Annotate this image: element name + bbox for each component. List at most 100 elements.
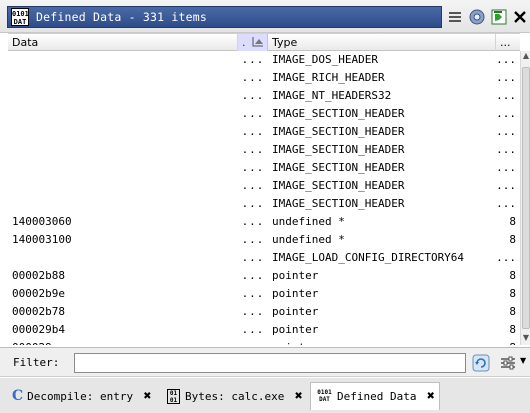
type-cell: undefined *	[272, 233, 345, 246]
data-cell: 000029b4	[12, 323, 65, 336]
type-cell: IMAGE_SECTION_HEADER	[272, 197, 405, 210]
type-cell: pointer	[272, 287, 319, 300]
size-cell: 8	[509, 215, 516, 228]
title-bar-active[interactable]: 0101 DAT Defined Data - 331 items	[7, 6, 442, 28]
type-cell: pointer	[272, 323, 319, 336]
tab-bar: C Decompile: entry ✖ 01 01 Bytes: calc.e…	[0, 378, 530, 413]
scroll-down-icon[interactable]: ▼	[521, 333, 530, 345]
table-row[interactable]: 00002b9e... pointer 8	[8, 285, 520, 303]
type-cell: IMAGE_SECTION_HEADER	[272, 179, 405, 192]
table-row[interactable]: 140003060... undefined * 8	[8, 213, 520, 231]
type-cell: IMAGE_NT_HEADERS32	[272, 89, 392, 102]
type-cell: IMAGE_LOAD_CONFIG_DIRECTORY64	[272, 251, 465, 264]
filter-options-icon[interactable]	[500, 355, 516, 371]
sort-indicator-icon	[252, 35, 264, 52]
data-cell: 000029...	[12, 339, 237, 345]
dat-icon: 0101 DAT	[317, 389, 332, 403]
size-cell: ...	[496, 251, 516, 264]
type-cell: pointer	[272, 269, 319, 282]
type-cell: undefined *	[272, 215, 345, 228]
dots-cell: ...	[241, 53, 265, 66]
data-cell: 00002b88	[12, 269, 65, 282]
dots-cell: ...	[241, 305, 265, 318]
decompile-icon: C	[12, 388, 24, 404]
table-row[interactable]: ... IMAGE_LOAD_CONFIG_DIRECTORY64...	[8, 249, 520, 267]
close-tab-icon[interactable]: ✖	[426, 391, 434, 402]
size-cell: ...	[496, 71, 516, 84]
table-row[interactable]: ... IMAGE_NT_HEADERS32...	[8, 87, 520, 105]
type-cell: IMAGE_SECTION_HEADER	[272, 107, 405, 120]
window-title: Defined Data - 331 items	[36, 10, 207, 24]
filter-input[interactable]	[74, 353, 466, 373]
table-row[interactable]: ... IMAGE_SECTION_HEADER...	[8, 159, 520, 177]
table-row[interactable]: 00002b88... pointer 8	[8, 267, 520, 285]
type-cell: IMAGE_RICH_HEADER	[272, 71, 385, 84]
vertical-scrollbar[interactable]: ▲ ▼	[520, 51, 530, 345]
column-header-data[interactable]: Data	[8, 34, 238, 51]
dots-cell: ...	[241, 251, 265, 264]
table-row[interactable]: ... IMAGE_SECTION_HEADER...	[8, 141, 520, 159]
table-row[interactable]: 000029b4... pointer 8	[8, 321, 520, 339]
table-row[interactable]: ... IMAGE_SECTION_HEADER...	[8, 195, 520, 213]
size-cell: ...	[496, 125, 516, 138]
table-row[interactable]: ... IMAGE_DOS_HEADER...	[8, 51, 520, 69]
column-header-sort[interactable]: .	[238, 34, 268, 51]
close-tab-icon[interactable]: ✖	[143, 391, 151, 402]
table-row[interactable]: 140003100... undefined * 8	[8, 231, 520, 249]
table-row[interactable]: 00002b78... pointer 8	[8, 303, 520, 321]
size-cell: 8	[509, 323, 516, 336]
size-cell: 8	[509, 287, 516, 300]
tab-label: Bytes: calc.exe	[185, 389, 285, 403]
column-header-type[interactable]: Type	[268, 34, 496, 51]
type-cell: IMAGE_SECTION_HEADER	[272, 161, 405, 174]
type-cell: IMAGE_SECTION_HEADER	[272, 143, 405, 156]
size-cell: ...	[496, 179, 516, 192]
window-title-bar: 0101 DAT Defined Data - 331 items	[0, 0, 530, 33]
sort-dot: .	[242, 36, 246, 49]
table-row[interactable]: ... IMAGE_SECTION_HEADER...	[8, 177, 520, 195]
tab-bytes-calc[interactable]: 01 01 Bytes: calc.exe ✖	[161, 382, 309, 410]
type-cell: IMAGE_DOS_HEADER	[272, 53, 378, 66]
filter-label: Filter:	[13, 356, 60, 369]
dots-cell: ...	[241, 287, 265, 300]
scrollbar-thumb[interactable]	[522, 67, 530, 329]
data-cell: 00002b9e	[12, 287, 65, 300]
size-cell: ...	[496, 143, 516, 156]
table-row[interactable]: ... IMAGE_RICH_HEADER...	[8, 69, 520, 87]
tab-label: Decompile: entry	[27, 389, 134, 403]
dots-cell: ...	[241, 215, 265, 228]
close-tab-icon[interactable]: ✖	[294, 391, 302, 402]
dots-cell: ...	[241, 233, 265, 246]
hamburger-icon[interactable]	[446, 8, 464, 26]
tab-label: Defined Data	[337, 390, 417, 403]
pin-icon[interactable]	[490, 8, 508, 26]
table-row[interactable]: 000029...... pointer8	[8, 339, 520, 345]
filter-dropdown-icon[interactable]: ▼	[520, 356, 526, 365]
data-cell: 140003060	[12, 215, 72, 228]
dat-icon: 0101 DAT	[11, 8, 29, 26]
size-cell: ...	[496, 197, 516, 210]
refresh-icon[interactable]	[472, 354, 490, 372]
type-cell: IMAGE_SECTION_HEADER	[272, 125, 405, 138]
filter-bar: Filter: ▼	[0, 347, 530, 377]
dots-cell: ...	[241, 89, 265, 102]
table-row[interactable]: ... IMAGE_SECTION_HEADER...	[8, 105, 520, 123]
size-cell: ...	[496, 89, 516, 102]
dots-cell: ...	[241, 197, 265, 210]
table-header: Data . Type ...	[8, 33, 520, 51]
column-header-more[interactable]: ...	[496, 34, 520, 51]
dots-cell: ...	[241, 323, 265, 336]
gear-icon[interactable]	[468, 8, 486, 26]
table-row[interactable]: ... IMAGE_SECTION_HEADER...	[8, 123, 520, 141]
dots-cell: ...	[241, 143, 265, 156]
data-cell: 00002b78	[12, 305, 65, 318]
size-cell: ...	[496, 53, 516, 66]
size-cell: 8	[509, 269, 516, 282]
close-icon[interactable]	[511, 8, 529, 26]
data-cell: 140003100	[12, 233, 72, 246]
tab-defined-data[interactable]: 0101 DAT Defined Data ✖	[310, 382, 440, 410]
size-cell: 8	[496, 339, 516, 345]
tab-decompile-entry[interactable]: C Decompile: entry ✖	[6, 382, 156, 410]
scroll-up-icon[interactable]: ▲	[521, 51, 530, 63]
data-table[interactable]: ... IMAGE_DOS_HEADER...... IMAGE_RICH_HEAD…	[8, 51, 520, 345]
